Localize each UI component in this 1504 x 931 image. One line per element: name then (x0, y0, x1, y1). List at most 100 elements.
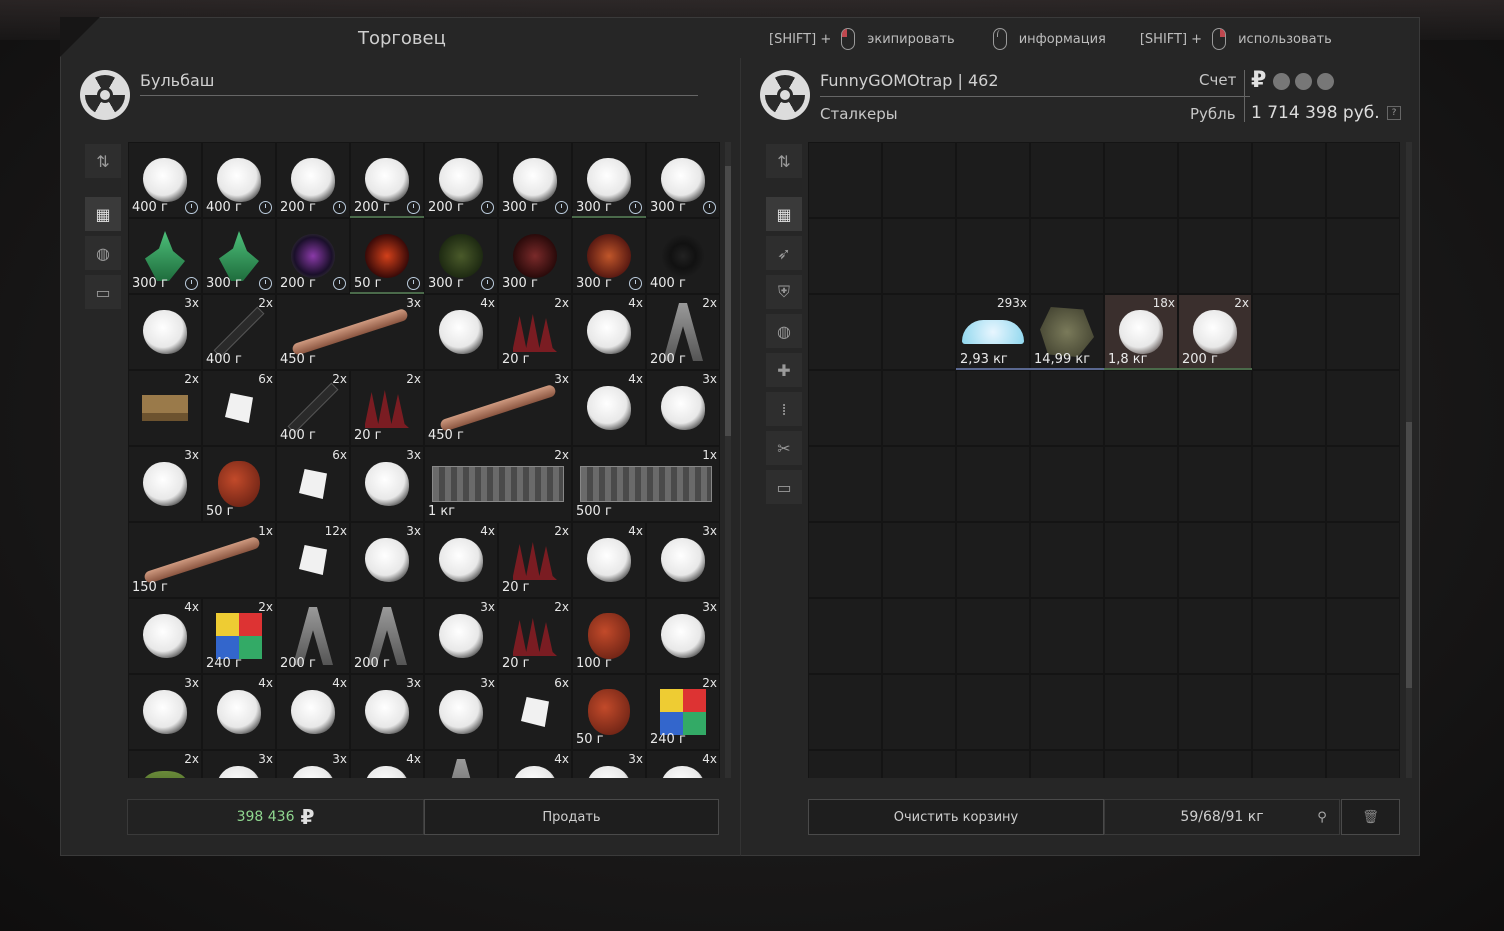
inventory-slot[interactable]: 4x (128, 598, 202, 674)
inventory-slot[interactable]: 300 г (424, 218, 498, 294)
empty-slot[interactable] (808, 142, 882, 218)
empty-slot[interactable] (1178, 598, 1252, 674)
empty-slot[interactable] (1252, 750, 1326, 778)
empty-slot[interactable] (1104, 674, 1178, 750)
empty-slot[interactable] (1104, 598, 1178, 674)
inventory-slot[interactable]: 300 г (572, 218, 646, 294)
inventory-slot[interactable]: 3x (572, 750, 646, 778)
empty-slot[interactable] (1178, 674, 1252, 750)
sort-icon[interactable]: ⇅ (766, 144, 802, 178)
empty-slot[interactable] (1178, 522, 1252, 598)
empty-slot[interactable] (956, 674, 1030, 750)
inventory-slot[interactable]: 4x (202, 674, 276, 750)
empty-slot[interactable] (1030, 446, 1104, 522)
empty-slot[interactable] (882, 446, 956, 522)
inventory-slot[interactable]: 2x 1 кг (424, 446, 572, 522)
empty-slot[interactable] (1030, 522, 1104, 598)
empty-slot[interactable] (1326, 446, 1400, 522)
ruble-icon[interactable]: ₽ (1251, 68, 1266, 93)
clear-cart-button[interactable]: Очистить корзину (808, 799, 1104, 835)
empty-slot[interactable] (882, 522, 956, 598)
empty-slot[interactable] (1178, 218, 1252, 294)
inventory-slot[interactable]: 12x (276, 522, 350, 598)
empty-slot[interactable] (808, 522, 882, 598)
inventory-slot[interactable]: 3x (424, 598, 498, 674)
inventory-slot[interactable]: 4x (424, 522, 498, 598)
inventory-slot[interactable]: 3x (350, 674, 424, 750)
inventory-slot[interactable]: 300 г (498, 142, 572, 218)
inventory-slot[interactable]: 2x 240 г (646, 674, 720, 750)
inventory-slot[interactable]: 3x (276, 750, 350, 778)
inventory-slot[interactable]: 50 г (202, 446, 276, 522)
medkit-icon[interactable]: ✚ (766, 353, 802, 387)
inventory-slot[interactable]: 1x 500 г (572, 446, 720, 522)
empty-slot[interactable] (1104, 218, 1178, 294)
inventory-slot[interactable]: 4x (572, 522, 646, 598)
inventory-slot[interactable]: 50 г (350, 218, 424, 294)
inventory-slot[interactable]: 4x (424, 294, 498, 370)
empty-slot[interactable] (808, 674, 882, 750)
box-icon[interactable]: ▭ (766, 470, 802, 504)
sell-button[interactable]: Продать (424, 799, 719, 835)
empty-slot[interactable] (1104, 370, 1178, 446)
empty-slot[interactable] (1030, 674, 1104, 750)
inventory-slot[interactable]: 2x 240 г (202, 598, 276, 674)
empty-slot[interactable] (1030, 598, 1104, 674)
inventory-slot[interactable]: 3x (202, 750, 276, 778)
empty-slot[interactable] (1104, 142, 1178, 218)
trader-scrollbar[interactable] (725, 142, 731, 778)
empty-slot[interactable] (1326, 294, 1400, 370)
player-scrollbar[interactable] (1406, 142, 1412, 778)
empty-slot[interactable] (1252, 522, 1326, 598)
empty-slot[interactable] (1030, 218, 1104, 294)
inventory-slot[interactable]: 200 г (350, 598, 424, 674)
sort-icon[interactable]: ⇅ (85, 144, 121, 178)
help-icon[interactable]: ? (1387, 106, 1401, 120)
empty-slot[interactable] (1104, 446, 1178, 522)
inventory-slot[interactable]: 100 г (572, 598, 646, 674)
empty-slot[interactable] (1326, 370, 1400, 446)
empty-slot[interactable] (956, 446, 1030, 522)
inventory-slot[interactable]: 3x 450 г (276, 294, 424, 370)
empty-slot[interactable] (808, 218, 882, 294)
empty-slot[interactable] (882, 750, 956, 778)
grid-icon[interactable]: ▦ (766, 197, 802, 231)
inventory-slot[interactable]: 200 г (276, 598, 350, 674)
inventory-slot[interactable]: 200 г (350, 142, 424, 218)
inventory-slot[interactable]: 3x (350, 446, 424, 522)
tools-icon[interactable]: ✂ (766, 431, 802, 465)
inventory-slot[interactable]: 2x 20 г (350, 370, 424, 446)
inventory-slot[interactable]: 4x (572, 370, 646, 446)
armor-icon[interactable]: ⛨ (766, 275, 802, 309)
inventory-slot[interactable]: 50 г (572, 674, 646, 750)
empty-slot[interactable] (1104, 522, 1178, 598)
empty-slot[interactable] (956, 370, 1030, 446)
inventory-slot[interactable]: 2x 20 г (498, 598, 572, 674)
inventory-slot[interactable]: 300 г (128, 218, 202, 294)
empty-slot[interactable] (1030, 142, 1104, 218)
empty-slot[interactable] (1252, 294, 1326, 370)
empty-slot[interactable] (1326, 598, 1400, 674)
empty-slot[interactable] (882, 218, 956, 294)
empty-slot[interactable] (1178, 750, 1252, 778)
inventory-slot[interactable]: 200 г (424, 750, 498, 778)
artifact-icon[interactable]: ◍ (766, 314, 802, 348)
inventory-slot[interactable]: 400 г (128, 142, 202, 218)
inventory-slot[interactable]: 18x 1,8 кг (1104, 294, 1178, 370)
inventory-slot[interactable]: 2x (128, 370, 202, 446)
empty-slot[interactable] (1326, 674, 1400, 750)
artifact-icon[interactable]: ◍ (85, 236, 121, 270)
inventory-slot[interactable]: 300 г (646, 142, 720, 218)
inventory-slot[interactable]: 3x 450 г (424, 370, 572, 446)
empty-slot[interactable] (1252, 674, 1326, 750)
player-scroll-thumb[interactable] (1406, 422, 1412, 688)
inventory-slot[interactable]: 200 г (276, 218, 350, 294)
inventory-slot[interactable]: 2x 200 г (1178, 294, 1252, 370)
empty-slot[interactable] (956, 522, 1030, 598)
empty-slot[interactable] (882, 370, 956, 446)
inventory-slot[interactable]: 300 г (572, 142, 646, 218)
empty-slot[interactable] (808, 750, 882, 778)
weapon-icon[interactable]: ➶ (766, 236, 802, 270)
inventory-slot[interactable]: 3x (646, 598, 720, 674)
empty-slot[interactable] (1178, 142, 1252, 218)
